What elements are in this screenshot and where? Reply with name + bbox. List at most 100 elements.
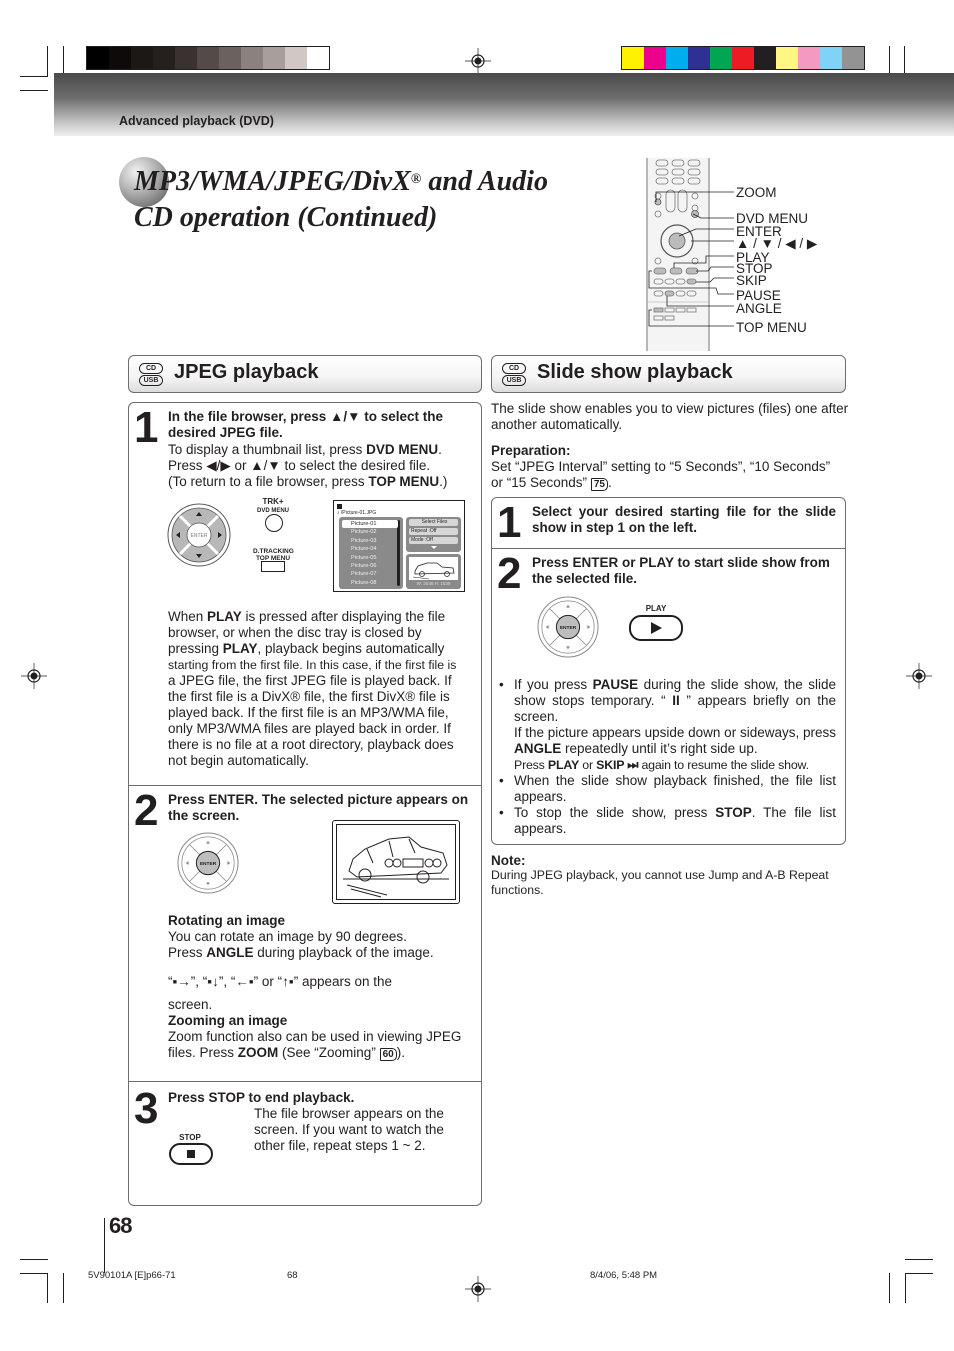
color-swatch (776, 47, 798, 69)
step-instruction: In the file browser, press ▲/▼ to select… (168, 409, 444, 440)
page-title: MP3/WMA/JPEG/DivX® and Audio CD operatio… (134, 166, 548, 233)
picture-display-frame (332, 820, 460, 904)
pause-glyph-icon: II (672, 693, 680, 708)
enter-pad-icon: ENTER (167, 503, 231, 567)
color-swatch (87, 47, 109, 69)
divider (492, 548, 845, 549)
color-swatch (622, 47, 644, 69)
file-browser-screen: ♪ /Picture-01.JPG Picture-01 Picture-02 Pi… (333, 500, 465, 592)
crop-mark (889, 1273, 890, 1303)
crop-mark (47, 46, 48, 76)
rotating-text: You can rotate an image by 90 degrees. P… (168, 929, 434, 960)
registration-mark-icon (21, 663, 47, 689)
page-number-rule (104, 1218, 105, 1273)
rotating-title: Rotating an image (168, 913, 286, 928)
step-number: 2 (134, 786, 159, 835)
crop-mark (20, 76, 48, 77)
remote-label-angle: ANGLE (736, 301, 782, 316)
file-list-item[interactable]: Picture-01 (342, 520, 398, 528)
crop-mark (904, 46, 905, 76)
color-swatch (241, 47, 263, 69)
file-list-item[interactable]: Picture-02 (342, 528, 398, 536)
color-swatch (754, 47, 776, 69)
car-thumbnail-image (409, 557, 458, 580)
rotate-0-icon: ▪→ (172, 974, 191, 989)
bullet-dot: • (499, 677, 504, 692)
page-number: 68 (109, 1213, 133, 1238)
mode-option[interactable]: Mode :Off (409, 537, 458, 544)
car-picture-image (336, 824, 456, 900)
color-swatch (153, 47, 175, 69)
color-swatch (820, 47, 842, 69)
file-list-item[interactable]: Picture-07 (342, 570, 398, 578)
remote-leader-lines (648, 191, 734, 327)
file-list: Picture-01 Picture-02 Picture-03 Picture-04… (339, 517, 403, 589)
registration-mark-icon (906, 663, 932, 689)
crop-mark (20, 1273, 48, 1274)
step-number: 2 (497, 549, 522, 598)
color-swatch (175, 47, 197, 69)
color-swatch (263, 47, 285, 69)
play-button-icon (629, 615, 683, 641)
preparation-title: Preparation: (491, 443, 571, 458)
remote-label-arrows: ▲ / ▼ / ◀ / ▶ (736, 236, 818, 251)
section-label: Advanced playback (DVD) (119, 114, 274, 128)
play-triangle-icon (651, 622, 662, 634)
grayscale-calibration-bar (86, 46, 330, 70)
color-swatch (732, 47, 754, 69)
bullet-finished: When the slide show playback finished, t… (514, 773, 836, 804)
top-menu-button-label: D.TRACKING TOP MENU (253, 548, 294, 562)
file-list-item[interactable]: Picture-08 (342, 579, 398, 587)
stop-indicator-icon (337, 504, 342, 509)
remote-label-zoom: ZOOM (736, 185, 777, 200)
crop-mark (63, 1273, 64, 1303)
select-files-button[interactable]: Select Files (409, 519, 458, 526)
cd-usb-badge-icon: CD USB (501, 362, 527, 386)
step-number: 1 (497, 498, 522, 547)
rotate-180-icon: ←▪ (235, 974, 254, 989)
section-heading: JPEG playback (174, 361, 319, 383)
scroll-down-icon (431, 546, 437, 549)
crop-mark (47, 1273, 48, 1303)
color-swatch (109, 47, 131, 69)
slideshow-intro: The slide show enables you to view pictu… (491, 401, 849, 432)
preparation-text: Set “JPEG Interval” setting to “5 Second… (491, 459, 831, 491)
repeat-option[interactable]: Repeat :Off (409, 528, 458, 535)
zooming-text: Zoom function also can be used in viewin… (168, 1029, 462, 1061)
file-list-item[interactable]: Picture-04 (342, 545, 398, 553)
stop-square-icon (187, 1150, 195, 1158)
file-list-item[interactable]: Picture-05 (342, 554, 398, 562)
registration-mark-icon (465, 48, 491, 74)
page-reference-link[interactable]: 75 (590, 478, 608, 491)
step-detail: The file browser appears on the screen. … (254, 1106, 444, 1153)
note-text: During JPEG playback, you cannot use Jum… (491, 868, 829, 897)
svg-text:ENTER: ENTER (200, 861, 217, 867)
svg-text:ENTER: ENTER (191, 533, 208, 539)
step-number: 1 (134, 403, 159, 452)
step-instruction: Press ENTER or PLAY to start slide show … (532, 555, 830, 586)
slideshow-playback-header: CD USB Slide show playback (491, 355, 846, 393)
color-swatch (131, 47, 153, 69)
bullet-dot: • (499, 773, 504, 788)
enter-pad-icon: ENTER (537, 596, 599, 658)
crop-mark (905, 1273, 933, 1274)
bullet-dot: • (499, 805, 504, 820)
file-list-item[interactable]: Picture-03 (342, 537, 398, 545)
color-swatch (798, 47, 820, 69)
crop-mark (20, 1259, 48, 1260)
jpeg-playback-header: CD USB JPEG playback (128, 355, 482, 393)
autoplay-paragraph: When PLAY is pressed after displaying th… (168, 609, 457, 768)
file-list-item[interactable]: Picture-06 (342, 562, 398, 570)
stop-button-icon (169, 1143, 213, 1165)
page-reference-link[interactable]: 60 (379, 1048, 397, 1061)
color-swatch (644, 47, 666, 69)
doc-code: 5V90101A [E]p66-71 (88, 1270, 176, 1281)
svg-text:ENTER: ENTER (560, 625, 577, 631)
color-swatch (666, 47, 688, 69)
color-swatch (710, 47, 732, 69)
crop-mark (905, 1273, 906, 1303)
options-panel: Select Files Repeat :Off Mode :Off (406, 517, 461, 552)
divider (129, 1081, 481, 1082)
section-heading: Slide show playback (537, 361, 733, 383)
print-timestamp: 8/4/06, 5:48 PM (590, 1270, 658, 1281)
